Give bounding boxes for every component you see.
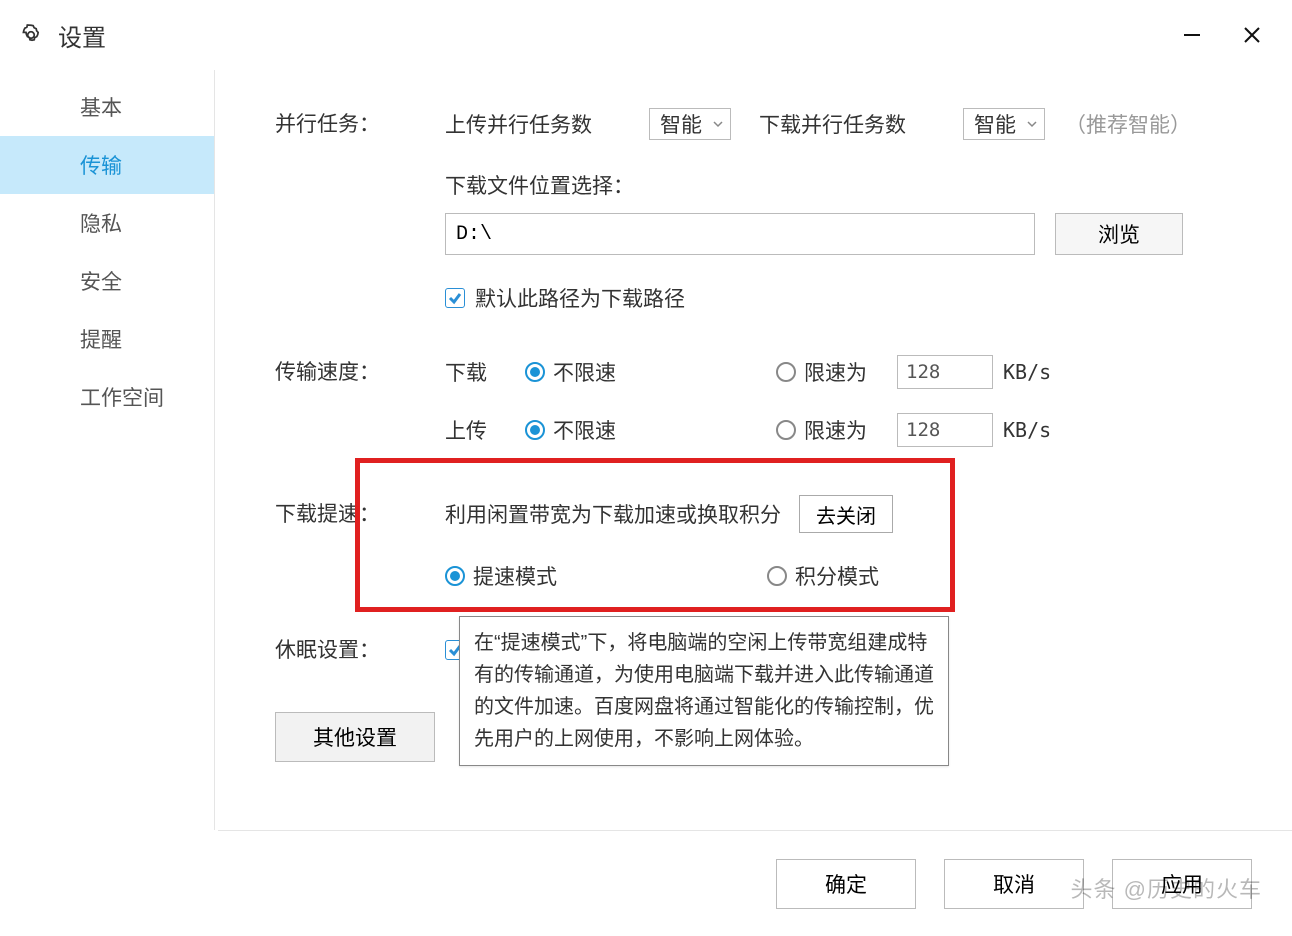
row-boost: 下载提速： 利用闲置带宽为下载加速或换取积分 去关闭 提速模式 积分模式 bbox=[275, 492, 1262, 598]
row-parallel: 并行任务： 上传并行任务数 智能 下载并行任务数 智能 bbox=[275, 102, 1262, 320]
dropdown-value: 智能 bbox=[660, 109, 702, 139]
boost-tooltip: 在“提速模式”下，将电脑端的空闲上传带宽组建成特有的传输通道，为使用电脑端下载并… bbox=[459, 616, 949, 766]
sidebar-item-transfer[interactable]: 传输 bbox=[0, 136, 214, 194]
check-icon bbox=[445, 288, 465, 308]
label-download-parallel: 下载并行任务数 bbox=[759, 109, 959, 139]
sidebar: 基本 传输 隐私 安全 提醒 工作空间 bbox=[0, 70, 215, 830]
radio-upload-limited[interactable]: 限速为 bbox=[776, 415, 867, 445]
other-settings-button[interactable]: 其他设置 bbox=[275, 712, 435, 762]
sidebar-item-label: 安全 bbox=[80, 266, 122, 296]
radio-label: 积分模式 bbox=[795, 561, 879, 591]
unit-label: KB/s bbox=[1003, 360, 1051, 384]
label-download: 下载 bbox=[445, 357, 501, 387]
radio-label: 不限速 bbox=[553, 357, 616, 387]
radio-download-limited[interactable]: 限速为 bbox=[776, 357, 867, 387]
radio-icon bbox=[776, 362, 796, 382]
chevron-down-icon bbox=[712, 112, 724, 136]
label-upload: 上传 bbox=[445, 415, 501, 445]
radio-icon bbox=[525, 420, 545, 440]
unit-label: KB/s bbox=[1003, 418, 1051, 442]
sidebar-item-workspace[interactable]: 工作空间 bbox=[0, 368, 214, 426]
label-parallel: 并行任务： bbox=[275, 102, 445, 138]
title-bar: 设置 bbox=[0, 0, 1292, 70]
sidebar-item-label: 工作空间 bbox=[80, 382, 164, 412]
sidebar-item-privacy[interactable]: 隐私 bbox=[0, 194, 214, 252]
radio-label: 限速为 bbox=[804, 357, 867, 387]
chevron-down-icon bbox=[1026, 112, 1038, 136]
sidebar-item-label: 提醒 bbox=[80, 324, 122, 354]
row-speed: 传输速度： 下载 不限速 限速为 KB/s bbox=[275, 350, 1262, 452]
close-button[interactable] bbox=[1230, 13, 1274, 57]
sidebar-item-label: 隐私 bbox=[80, 208, 122, 238]
radio-icon bbox=[445, 566, 465, 586]
label-sleep: 休眠设置： bbox=[275, 628, 445, 664]
dialog-footer: 确定 取消 应用 bbox=[218, 830, 1292, 936]
radio-upload-unlimited[interactable]: 不限速 bbox=[525, 415, 616, 445]
apply-button[interactable]: 应用 bbox=[1112, 859, 1252, 909]
radio-icon bbox=[776, 420, 796, 440]
close-boost-button[interactable]: 去关闭 bbox=[799, 495, 893, 533]
label-speed: 传输速度： bbox=[275, 350, 445, 386]
radio-download-unlimited[interactable]: 不限速 bbox=[525, 357, 616, 387]
sidebar-item-label: 传输 bbox=[80, 150, 122, 180]
radio-label: 不限速 bbox=[553, 415, 616, 445]
checkbox-label: 默认此路径为下载路径 bbox=[475, 283, 685, 313]
tooltip-text: 在“提速模式”下，将电脑端的空闲上传带宽组建成特有的传输通道，为使用电脑端下载并… bbox=[474, 632, 934, 750]
dropdown-value: 智能 bbox=[974, 109, 1016, 139]
download-path-input[interactable] bbox=[445, 213, 1035, 255]
dropdown-download-parallel[interactable]: 智能 bbox=[963, 108, 1045, 140]
sidebar-item-label: 基本 bbox=[80, 92, 122, 122]
radio-boost-mode[interactable]: 提速模式 bbox=[445, 561, 557, 591]
download-limit-input[interactable] bbox=[897, 355, 993, 389]
sidebar-item-basic[interactable]: 基本 bbox=[0, 78, 214, 136]
main-area: 基本 传输 隐私 安全 提醒 工作空间 并行任务： 上传并行任务数 智能 bbox=[0, 70, 1292, 830]
hint-parallel: （推荐智能） bbox=[1065, 109, 1191, 139]
content-panel: 并行任务： 上传并行任务数 智能 下载并行任务数 智能 bbox=[215, 70, 1292, 830]
checkbox-default-path[interactable]: 默认此路径为下载路径 bbox=[445, 283, 685, 313]
sidebar-item-security[interactable]: 安全 bbox=[0, 252, 214, 310]
radio-icon bbox=[525, 362, 545, 382]
label-download-location: 下载文件位置选择： bbox=[445, 170, 1262, 200]
gear-icon bbox=[18, 22, 44, 48]
radio-label: 限速为 bbox=[804, 415, 867, 445]
label-boost: 下载提速： bbox=[275, 492, 445, 528]
boost-description: 利用闲置带宽为下载加速或换取积分 bbox=[445, 499, 781, 529]
cancel-button[interactable]: 取消 bbox=[944, 859, 1084, 909]
upload-limit-input[interactable] bbox=[897, 413, 993, 447]
label-upload-parallel: 上传并行任务数 bbox=[445, 109, 645, 139]
minimize-button[interactable] bbox=[1170, 13, 1214, 57]
sidebar-item-reminder[interactable]: 提醒 bbox=[0, 310, 214, 368]
window-title: 设置 bbox=[58, 18, 106, 53]
radio-points-mode[interactable]: 积分模式 bbox=[767, 561, 879, 591]
browse-button[interactable]: 浏览 bbox=[1055, 213, 1183, 255]
radio-label: 提速模式 bbox=[473, 561, 557, 591]
radio-icon bbox=[767, 566, 787, 586]
ok-button[interactable]: 确定 bbox=[776, 859, 916, 909]
dropdown-upload-parallel[interactable]: 智能 bbox=[649, 108, 731, 140]
